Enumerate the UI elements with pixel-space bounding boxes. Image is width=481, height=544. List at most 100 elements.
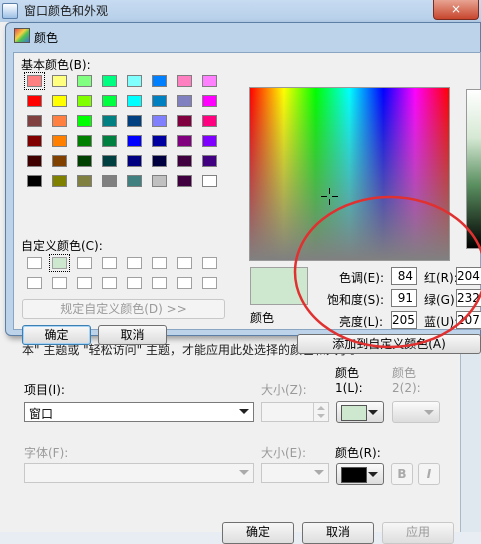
basic-color-swatch[interactable] [27,175,42,187]
basic-color-swatch[interactable] [202,175,217,187]
close-button[interactable]: × [433,0,479,20]
custom-color-swatch[interactable] [27,257,42,269]
hue-field[interactable]: 84 [391,267,417,285]
bg-apply-button[interactable]: 应用 [382,522,454,544]
custom-color-swatch[interactable] [152,257,167,269]
basic-color-swatch[interactable] [102,75,117,87]
basic-color-swatch[interactable] [127,135,142,147]
sat-field[interactable]: 91 [391,289,417,307]
cancel-button[interactable]: 取消 [98,325,167,345]
basic-color-swatch[interactable] [77,115,92,127]
color1-label: 颜色 [335,366,360,380]
basic-color-swatch[interactable] [127,95,142,107]
custom-color-swatch[interactable] [49,254,70,272]
basic-color-swatch[interactable] [77,175,92,187]
item-label: 项目(I): [24,383,65,397]
color1-picker[interactable] [336,401,384,423]
font-label: 字体(F): [24,446,69,460]
custom-color-swatch[interactable] [102,277,117,289]
red-field[interactable]: 204 [456,267,481,285]
basic-color-swatch[interactable] [177,135,192,147]
basic-color-swatch[interactable] [127,115,142,127]
basic-color-swatch[interactable] [202,135,217,147]
basic-color-swatch[interactable] [52,115,67,127]
lum-field[interactable]: 205 [391,311,417,329]
bg-ok-button[interactable]: 确定 [222,522,294,544]
bg-title-bar[interactable]: 窗口颜色和外观 × [0,0,481,22]
color2-sublabel: 2(2): [392,381,421,395]
custom-color-swatch[interactable] [177,257,192,269]
basic-color-swatch[interactable] [52,95,67,107]
window-app-icon [2,3,18,19]
blue-field[interactable]: 207 [456,311,481,329]
custom-color-swatch[interactable] [52,277,67,289]
item-select-value: 窗口 [29,407,54,421]
color-spectrum[interactable] [249,87,450,261]
custom-color-swatch[interactable] [77,257,92,269]
add-custom-color-button[interactable]: 添加到自定义颜色(A) [297,334,481,354]
basic-color-swatch[interactable] [77,155,92,167]
basic-color-swatch[interactable] [102,175,117,187]
basic-color-swatch[interactable] [152,135,167,147]
basic-color-swatch[interactable] [77,75,92,87]
basic-color-swatch[interactable] [27,135,42,147]
basic-color-swatch[interactable] [177,95,192,107]
green-field[interactable]: 232 [456,289,481,307]
crosshair-icon [321,188,338,205]
font-color-picker[interactable] [336,463,384,485]
custom-color-swatch[interactable] [127,277,142,289]
basic-color-swatch[interactable] [52,175,67,187]
spin-buttons[interactable] [313,403,328,421]
basic-color-swatch[interactable] [152,95,167,107]
chevron-down-icon [368,410,378,415]
custom-color-swatch[interactable] [77,277,92,289]
basic-color-swatch[interactable] [127,175,142,187]
italic-button[interactable]: I [418,463,440,485]
basic-color-swatch[interactable] [24,72,45,90]
basic-color-swatch[interactable] [202,115,217,127]
luminance-bar[interactable] [466,89,481,249]
basic-color-swatch[interactable] [102,155,117,167]
basic-color-swatch[interactable] [52,155,67,167]
basic-color-swatch[interactable] [77,95,92,107]
basic-color-swatch[interactable] [152,155,167,167]
basic-color-swatch[interactable] [152,175,167,187]
size-spinner[interactable] [261,402,329,422]
basic-color-swatch[interactable] [177,155,192,167]
basic-color-swatch[interactable] [102,115,117,127]
basic-color-swatch[interactable] [27,155,42,167]
basic-color-swatch[interactable] [27,115,42,127]
basic-color-swatch[interactable] [52,135,67,147]
custom-color-swatch[interactable] [127,257,142,269]
color-dialog-title: 颜色 [34,31,59,45]
item-select[interactable]: 窗口 [24,402,254,422]
custom-color-swatch[interactable] [202,277,217,289]
basic-color-swatch[interactable] [127,155,142,167]
basic-color-swatch[interactable] [152,75,167,87]
basic-color-swatch[interactable] [202,95,217,107]
custom-color-swatch[interactable] [102,257,117,269]
basic-color-swatch[interactable] [202,75,217,87]
basic-color-swatch[interactable] [202,155,217,167]
basic-color-swatch[interactable] [177,75,192,87]
font-size-select[interactable] [261,463,329,483]
define-custom-colors-button[interactable]: 规定自定义颜色(D) >> [22,299,225,319]
bold-button[interactable]: B [391,463,413,485]
ok-button[interactable]: 确定 [22,325,91,345]
basic-color-swatch[interactable] [102,135,117,147]
custom-color-swatch[interactable] [177,277,192,289]
color2-picker[interactable] [392,401,440,423]
custom-color-swatch[interactable] [202,257,217,269]
basic-color-swatch[interactable] [177,115,192,127]
basic-color-swatch[interactable] [152,115,167,127]
basic-color-swatch[interactable] [27,95,42,107]
basic-color-swatch[interactable] [102,95,117,107]
basic-color-swatch[interactable] [127,75,142,87]
custom-color-swatch[interactable] [152,277,167,289]
custom-color-swatch[interactable] [27,277,42,289]
basic-color-swatch[interactable] [52,75,67,87]
font-select[interactable] [24,463,254,483]
basic-color-swatch[interactable] [177,175,192,187]
basic-color-swatch[interactable] [77,135,92,147]
bg-cancel-button[interactable]: 取消 [302,522,374,544]
